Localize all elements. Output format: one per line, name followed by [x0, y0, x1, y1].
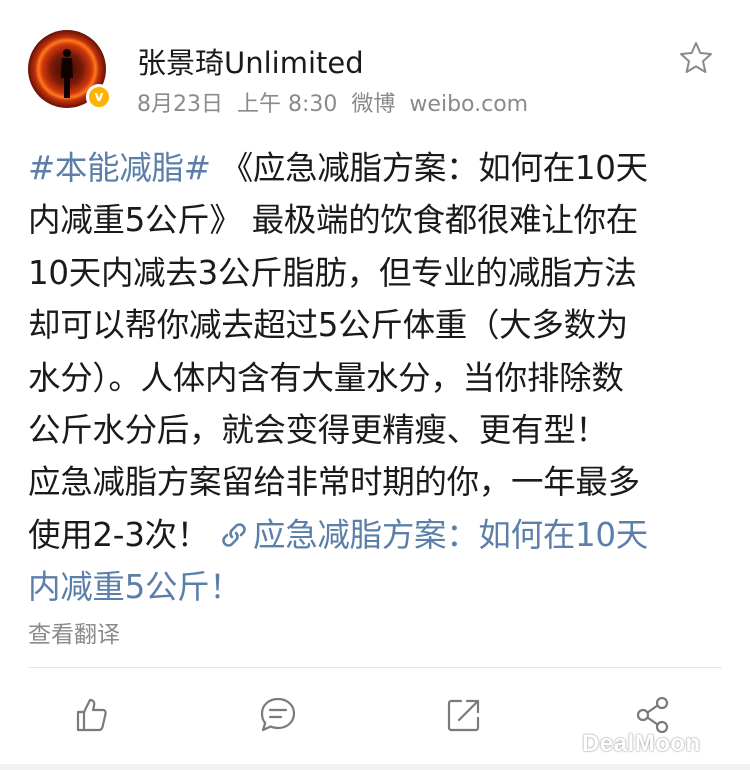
content-text: 《应急减脂方案：如何在10天 [210, 149, 648, 187]
content-line: #本能减脂# 《应急减脂方案：如何在10天 [28, 142, 728, 194]
avatar-figure-icon [61, 49, 73, 98]
content-line: 应急减脂方案留给非常时期的你，一年最多 [28, 456, 728, 508]
content-line: 内减重5公斤！ [28, 561, 728, 613]
bottom-band [0, 764, 750, 770]
content-text: 公斤水分后，就会变得更精瘦、更有型！ [28, 410, 608, 449]
content-line: 水分）。人体内含有大量水分，当你排除数 [28, 352, 728, 404]
content-text: 水分）。人体内含有大量水分，当你排除数 [28, 358, 624, 397]
post-meta: 8月23日 上午 8:30 微博 weibo.com [137, 86, 528, 118]
content-line: 内减重5公斤》 最极端的饮食都很难让你在 [28, 194, 728, 246]
content-text: 使用2-3次！ [28, 515, 220, 554]
content-line: 却可以帮你减去超过5公斤体重（大多数为 [28, 299, 728, 351]
article-link[interactable]: 内减重5公斤！ [28, 568, 242, 606]
translate-link[interactable]: 查看翻译 [28, 615, 120, 649]
content-line: 10天内减去3公斤脂肪，但专业的减脂方法 [28, 247, 728, 299]
watermark: DealMoon [582, 730, 701, 757]
content-line: 使用2-3次！ 应急减脂方案：如何在10天 [28, 509, 728, 561]
hashtag-link[interactable]: #本能减脂# [28, 149, 211, 187]
content-line: 公斤水分后，就会变得更精瘦、更有型！ [28, 404, 728, 456]
share-icon[interactable] [443, 694, 485, 736]
content-text: 内减重5公斤》 最极端的饮食都很难让你在 [28, 201, 639, 240]
post-source-app: 微博 [351, 92, 396, 117]
comment-icon[interactable] [257, 694, 299, 736]
link-icon[interactable] [219, 513, 249, 547]
content-text: 10天内减去3公斤脂肪，但专业的减脂方法 [28, 253, 637, 292]
verified-badge-icon: v [86, 84, 112, 110]
post-source-site: weibo.com [409, 92, 529, 117]
article-link[interactable]: 应急减脂方案：如何在10天 [253, 516, 648, 554]
author-name[interactable]: 张景琦Unlimited [137, 40, 364, 82]
post-time: 上午 8:30 [237, 92, 338, 117]
content-text: 却可以帮你减去超过5公斤体重（大多数为 [28, 306, 628, 345]
like-icon[interactable] [70, 694, 112, 736]
content-text: 应急减脂方案留给非常时期的你，一年最多 [28, 463, 640, 502]
divider [28, 667, 722, 668]
post-content: #本能减脂# 《应急减脂方案：如何在10天内减重5公斤》 最极端的饮食都很难让你… [28, 142, 728, 614]
star-icon[interactable] [678, 40, 714, 76]
post-date: 8月23日 [137, 92, 223, 117]
